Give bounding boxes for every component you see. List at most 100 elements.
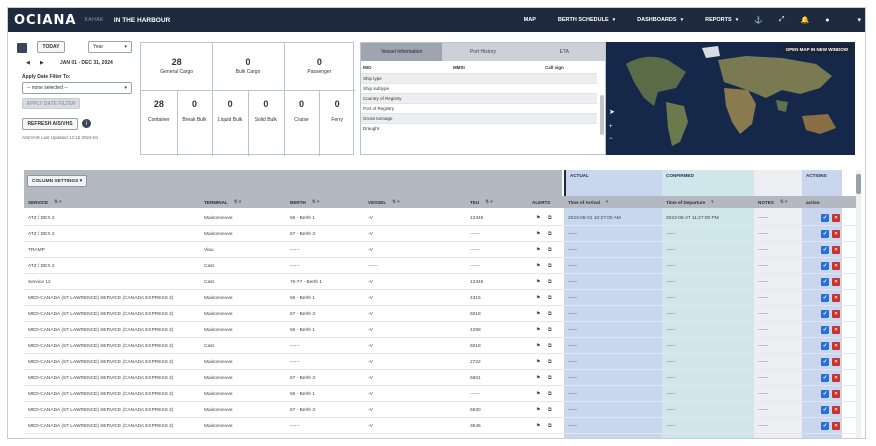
edit-icon[interactable]: ✓ <box>821 214 829 222</box>
table-row[interactable]: ATZ / DEX 2 Cast ------ ------ ------ ------ -… <box>24 258 857 274</box>
header-service[interactable]: SERVICE ⇅ ▾ <box>28 196 204 208</box>
header-actions[interactable]: action <box>806 196 844 208</box>
alert-flag-icon[interactable]: ⚑ <box>536 386 540 402</box>
table-row[interactable]: MED-CANADA (ST LAWRENCE) SERVICE (CANADA… <box>24 434 857 439</box>
delete-icon[interactable]: × <box>832 262 840 270</box>
alert-flag-icon[interactable]: ⚑ <box>536 274 540 290</box>
alert-flag-icon[interactable]: ⚑ <box>536 226 540 242</box>
alert-link-icon[interactable]: ⧉ <box>548 354 552 370</box>
alert-link-icon[interactable]: ⧉ <box>548 434 552 438</box>
zoom-out-icon[interactable]: − <box>609 136 613 142</box>
expand-icon[interactable]: ⤢ <box>779 16 785 24</box>
edit-icon[interactable]: ✓ <box>821 374 829 382</box>
alert-link-icon[interactable]: ⧉ <box>548 274 552 290</box>
edit-icon[interactable]: ✓ <box>821 342 829 350</box>
delete-icon[interactable]: × <box>832 438 840 439</box>
alert-link-icon[interactable]: ⧉ <box>548 386 552 402</box>
sort-icon[interactable]: ⇅ ▾ <box>234 199 241 205</box>
table-row[interactable]: ATZ / DEX 2 Maisonneuve 67 - Berth 3 -V ----… <box>24 226 857 242</box>
delete-icon[interactable]: × <box>832 310 840 318</box>
alert-flag-icon[interactable]: ⚑ <box>536 210 540 226</box>
alert-flag-icon[interactable]: ⚑ <box>536 338 540 354</box>
delete-icon[interactable]: × <box>832 326 840 334</box>
delete-icon[interactable]: × <box>832 230 840 238</box>
sort-icon[interactable]: ⇅ ▾ <box>392 199 399 205</box>
alert-flag-icon[interactable]: ⚑ <box>536 306 540 322</box>
delete-icon[interactable]: × <box>832 214 840 222</box>
world-map[interactable]: OPEN MAP IN NEW WINDOW ➤ + − <box>606 42 855 155</box>
alert-link-icon[interactable]: ⧉ <box>548 306 552 322</box>
alert-flag-icon[interactable]: ⚑ <box>536 290 540 306</box>
tab-eta[interactable]: ETA <box>524 43 605 61</box>
edit-icon[interactable]: ✓ <box>821 326 829 334</box>
alert-flag-icon[interactable]: ⚑ <box>536 418 540 434</box>
table-row[interactable]: MED-CANADA (ST LAWRENCE) SERVICE (CANADA… <box>24 370 857 386</box>
delete-icon[interactable]: × <box>832 358 840 366</box>
edit-icon[interactable]: ✓ <box>821 230 829 238</box>
alert-link-icon[interactable]: ⧉ <box>548 418 552 434</box>
nav-item-berth-schedule[interactable]: BERTH SCHEDULE ▾ <box>558 17 615 23</box>
alert-flag-icon[interactable]: ⚑ <box>536 434 540 438</box>
header-actual[interactable]: Time of Arrival ▾ <box>568 196 662 208</box>
alert-flag-icon[interactable]: ⚑ <box>536 354 540 370</box>
header-vessel[interactable]: VESSEL ⇅ ▾ <box>368 196 468 208</box>
main-scrollbar-thumb[interactable] <box>856 174 861 194</box>
column-settings-button[interactable]: COLUMN SETTINGS ▾ <box>27 175 88 187</box>
alert-link-icon[interactable]: ⧉ <box>548 370 552 386</box>
open-map-button[interactable]: OPEN MAP IN NEW WINDOW <box>781 45 852 54</box>
table-row[interactable]: ATZ / DEX 2 Maisonneuve 66 - Berth 1 -V 1234… <box>24 210 857 226</box>
alert-link-icon[interactable]: ⧉ <box>548 258 552 274</box>
table-row[interactable]: Service 12 Cast 76-77 - Berth 1 -V 12345 ----… <box>24 274 857 290</box>
info-icon[interactable]: i <box>82 119 91 128</box>
sort-icon[interactable]: ▾ <box>606 199 608 205</box>
sort-icon[interactable]: ⇅ ▾ <box>54 199 61 205</box>
edit-icon[interactable]: ✓ <box>821 390 829 398</box>
header-confirmed[interactable]: Time of Departure ▾ <box>666 196 754 208</box>
date-filter-select[interactable]: -- none selected -- ▾ <box>22 82 132 94</box>
delete-icon[interactable]: × <box>832 390 840 398</box>
main-scrollbar[interactable] <box>856 170 861 438</box>
sort-icon[interactable]: ▾ <box>711 199 713 205</box>
sort-icon[interactable]: ⇅ ▾ <box>485 199 492 205</box>
range-select[interactable]: Year ▾ <box>88 41 132 53</box>
delete-icon[interactable]: × <box>832 246 840 254</box>
delete-icon[interactable]: × <box>832 422 840 430</box>
tab-port-history[interactable]: Port History <box>442 43 523 61</box>
edit-icon[interactable]: ✓ <box>821 294 829 302</box>
alert-flag-icon[interactable]: ⚑ <box>536 370 540 386</box>
today-button[interactable]: TODAY <box>37 41 65 53</box>
alert-flag-icon[interactable]: ⚑ <box>536 322 540 338</box>
edit-icon[interactable]: ✓ <box>821 262 829 270</box>
edit-icon[interactable]: ✓ <box>821 422 829 430</box>
header-alerts[interactable]: ALERTS <box>532 196 562 208</box>
alert-link-icon[interactable]: ⧉ <box>548 290 552 306</box>
edit-icon[interactable]: ✓ <box>821 310 829 318</box>
chevron-down-icon[interactable]: ▾ <box>857 16 861 24</box>
table-row[interactable]: MED-CANADA (ST LAWRENCE) SERVICE (CANADA… <box>24 402 857 418</box>
nav-item-map[interactable]: MAP <box>524 17 536 23</box>
alert-link-icon[interactable]: ⧉ <box>548 226 552 242</box>
sort-icon[interactable]: ⇅ ▾ <box>780 199 787 205</box>
zoom-in-icon[interactable]: + <box>609 124 613 130</box>
header-berth[interactable]: BERTH ⇅ ▾ <box>290 196 368 208</box>
table-row[interactable]: MED-CANADA (ST LAWRENCE) SERVICE (CANADA… <box>24 386 857 402</box>
ship-icon[interactable]: ⚓ <box>754 16 763 24</box>
apply-date-filter-button[interactable]: APPLY DATE FILTER <box>22 98 80 109</box>
tab-vessel-information[interactable]: Vessel Information <box>361 43 443 61</box>
sort-icon[interactable]: ⇅ ▾ <box>312 199 319 205</box>
calendar-icon[interactable] <box>17 43 27 53</box>
table-row[interactable]: MED-CANADA (ST LAWRENCE) SERVICE (CANADA… <box>24 306 857 322</box>
header-notes[interactable]: NOTES ⇅ ▾ <box>758 196 802 208</box>
nav-item-reports[interactable]: REPORTS ▾ <box>705 17 738 23</box>
alert-flag-icon[interactable]: ⚑ <box>536 258 540 274</box>
edit-icon[interactable]: ✓ <box>821 278 829 286</box>
delete-icon[interactable]: × <box>832 294 840 302</box>
alert-link-icon[interactable]: ⧉ <box>548 322 552 338</box>
refresh-ais-button[interactable]: REFRESH AIS/VHS <box>22 118 78 130</box>
alert-link-icon[interactable]: ⧉ <box>548 402 552 418</box>
alert-link-icon[interactable]: ⧉ <box>548 242 552 258</box>
next-arrow-icon[interactable]: ▶ <box>40 60 44 66</box>
delete-icon[interactable]: × <box>832 342 840 350</box>
table-row[interactable]: MED-CANADA (ST LAWRENCE) SERVICE (CANADA… <box>24 418 857 434</box>
app-logo[interactable]: OCIANA <box>14 13 76 28</box>
